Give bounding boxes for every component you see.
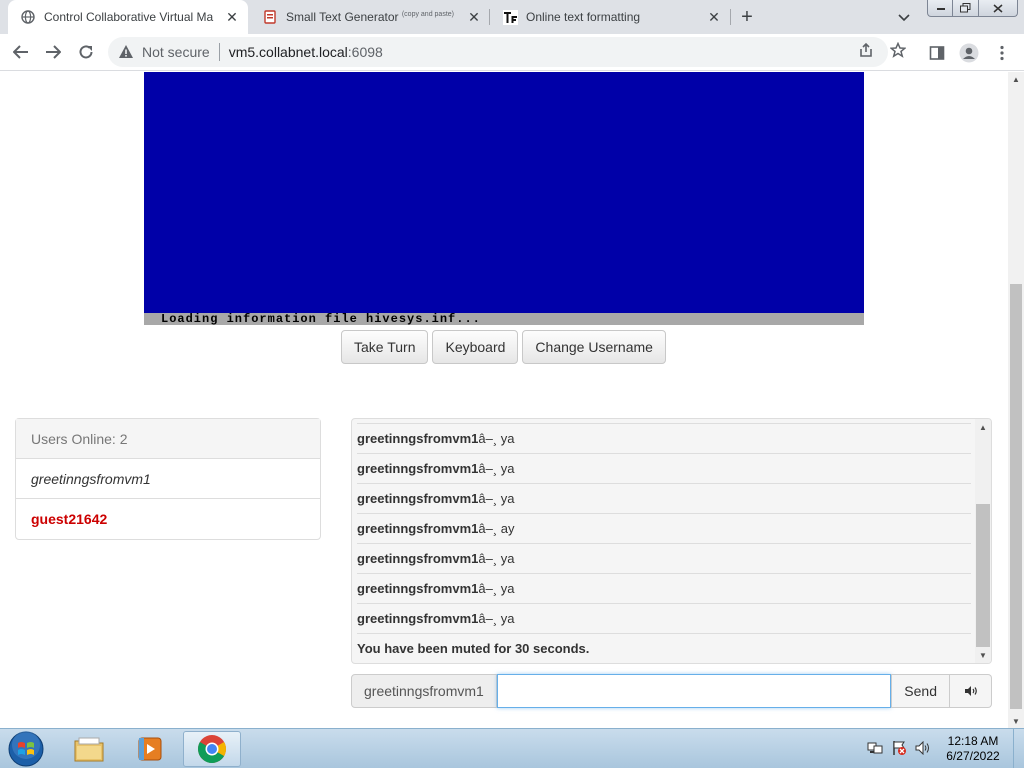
take-turn-button[interactable]: Take Turn xyxy=(341,330,429,364)
forward-arrow-icon[interactable] xyxy=(41,40,65,64)
tab-title: Small Text Generator xyxy=(286,10,399,24)
chrome-icon[interactable] xyxy=(183,731,241,767)
scroll-up-arrow-icon[interactable]: ▲ xyxy=(1008,72,1024,86)
send-button[interactable]: Send xyxy=(891,674,950,708)
vm-status-line: Loading information file hivesys.inf... xyxy=(144,313,864,325)
chat-text: â–¸ ay xyxy=(478,521,515,536)
vm-controls: Take Turn Keyboard Change Username xyxy=(341,330,666,364)
scroll-down-arrow-icon[interactable]: ▼ xyxy=(975,647,991,663)
chat-username-label: greetinngsfromvm1 xyxy=(351,674,497,708)
volume-icon[interactable] xyxy=(914,739,932,757)
chat-text: â–¸ ya xyxy=(478,551,515,566)
users-online-panel: Users Online: 2 greetinngsfromvm1 guest2… xyxy=(15,418,321,540)
more-menu-icon[interactable] xyxy=(992,43,1012,63)
chat-username: greetinngsfromvm1 xyxy=(357,581,479,596)
restore-icon[interactable] xyxy=(952,0,979,17)
chat-message: greetinngsfromvm1 â–¸ ya xyxy=(357,604,971,634)
user-list-item: greetinngsfromvm1 xyxy=(16,459,320,499)
page-scrollbar[interactable]: ▲ ▼ xyxy=(1008,72,1024,728)
chat-text: â–¸ ya xyxy=(478,491,515,506)
close-icon[interactable]: ✕ xyxy=(706,9,722,25)
address-bar[interactable]: Not secure vm5.collabnet.local:6098 xyxy=(108,37,888,67)
omnibox-divider xyxy=(218,43,220,61)
chat-system-message: You have been muted for 30 seconds. xyxy=(357,634,971,663)
chat-username: greetinngsfromvm1 xyxy=(357,611,479,626)
start-button-icon[interactable] xyxy=(6,731,46,767)
chat-text: â–¸ ya xyxy=(478,431,515,446)
close-icon[interactable]: ✕ xyxy=(466,9,482,25)
windows-taskbar: 12:18 AM 6/27/2022 xyxy=(0,728,1024,768)
close-icon[interactable]: ✕ xyxy=(224,9,240,25)
clock-date: 6/27/2022 xyxy=(946,749,1000,763)
security-label[interactable]: Not secure xyxy=(142,44,210,60)
reload-icon[interactable] xyxy=(74,40,98,64)
tab-title-suffix: (copy and paste) xyxy=(401,11,454,18)
minimize-icon[interactable] xyxy=(927,0,954,17)
tab-control-collaborative[interactable]: Control Collaborative Virtual Ma ✕ xyxy=(8,0,248,34)
chevron-down-icon[interactable] xyxy=(893,8,915,28)
tab-separator xyxy=(730,9,731,25)
chat-message: greetinngsfromvm1 â–¸ ya xyxy=(357,574,971,604)
scroll-down-arrow-icon[interactable]: ▼ xyxy=(1008,714,1024,728)
chat-username: greetinngsfromvm1 xyxy=(357,521,479,536)
back-arrow-icon[interactable] xyxy=(9,40,33,64)
page-viewport: Loading information file hivesys.inf... … xyxy=(0,72,1008,728)
share-icon[interactable] xyxy=(857,41,875,59)
chat-message: greetinngsfromvm1 â–¸ ya xyxy=(357,484,971,514)
side-panel-icon[interactable] xyxy=(927,43,947,63)
tab-title: Control Collaborative Virtual Ma xyxy=(44,10,214,24)
new-tab-plus-icon[interactable]: + xyxy=(734,5,760,29)
chat-username: greetinngsfromvm1 xyxy=(357,461,479,476)
keyboard-button[interactable]: Keyboard xyxy=(432,330,519,364)
tab-online-text-formatting[interactable]: Online text formatting ✕ xyxy=(490,0,730,34)
media-player-icon[interactable] xyxy=(121,731,179,767)
scroll-up-arrow-icon[interactable]: ▲ xyxy=(975,419,991,435)
action-center-icon[interactable] xyxy=(890,739,908,757)
chat-username: greetinngsfromvm1 xyxy=(357,431,479,446)
clock-time: 12:18 AM xyxy=(947,734,999,748)
system-clock[interactable]: 12:18 AM 6/27/2022 xyxy=(940,734,1006,764)
tab-small-text-generator[interactable]: Small Text Generator (copy and paste) ✕ xyxy=(250,0,490,34)
chat-scroll-thumb[interactable] xyxy=(976,504,990,647)
vm-display[interactable] xyxy=(144,72,864,313)
url-text[interactable]: vm5.collabnet.local:6098 xyxy=(229,44,383,60)
chat-text: â–¸ ya xyxy=(478,581,515,596)
tab-strip: Control Collaborative Virtual Ma ✕ Small… xyxy=(0,0,1024,34)
chat-text: â–¸ ya xyxy=(478,461,515,476)
chat-input[interactable] xyxy=(496,674,892,708)
tab-title: Online text formatting xyxy=(526,10,641,24)
chat-text: â–¸ ya xyxy=(478,611,515,626)
users-online-header: Users Online: 2 xyxy=(16,419,320,459)
user-list-item: guest21642 xyxy=(31,511,108,527)
chat-message: greetinngsfromvm1 â–¸ ya xyxy=(357,544,971,574)
browser-toolbar: Not secure vm5.collabnet.local:6098 xyxy=(0,34,1024,71)
show-desktop-button[interactable] xyxy=(1013,729,1024,768)
chat-username: greetinngsfromvm1 xyxy=(357,491,479,506)
chat-message: greetinngsfromvm1 â–¸ ya xyxy=(357,454,971,484)
url-host: vm5.collabnet.local xyxy=(228,44,348,60)
bookmark-star-icon[interactable] xyxy=(889,41,907,59)
window-close-icon[interactable] xyxy=(978,0,1018,17)
chat-messages: greetinngsfromvm1 â–¸ ya greetinngsfromvm… xyxy=(352,419,976,663)
chat-log[interactable]: greetinngsfromvm1 â–¸ ya greetinngsfromvm… xyxy=(351,418,992,664)
page-scroll-thumb[interactable] xyxy=(1010,284,1022,709)
change-username-button[interactable]: Change Username xyxy=(522,330,666,364)
url-port: :6098 xyxy=(347,44,383,60)
speaker-icon[interactable] xyxy=(950,674,992,708)
chat-scrollbar[interactable]: ▲ ▼ xyxy=(975,419,991,663)
profile-avatar-icon[interactable] xyxy=(959,43,979,63)
file-explorer-icon[interactable] xyxy=(60,731,118,767)
text-generator-icon xyxy=(262,9,278,25)
warning-icon[interactable] xyxy=(118,44,134,60)
tf-icon xyxy=(502,9,518,25)
globe-icon xyxy=(20,9,36,25)
chat-message: greetinngsfromvm1 â–¸ ay xyxy=(357,514,971,544)
chat-input-group: greetinngsfromvm1 Send xyxy=(351,674,992,708)
network-icon[interactable] xyxy=(866,739,884,757)
chat-username: greetinngsfromvm1 xyxy=(357,551,479,566)
chat-message: greetinngsfromvm1 â–¸ ya xyxy=(357,424,971,454)
